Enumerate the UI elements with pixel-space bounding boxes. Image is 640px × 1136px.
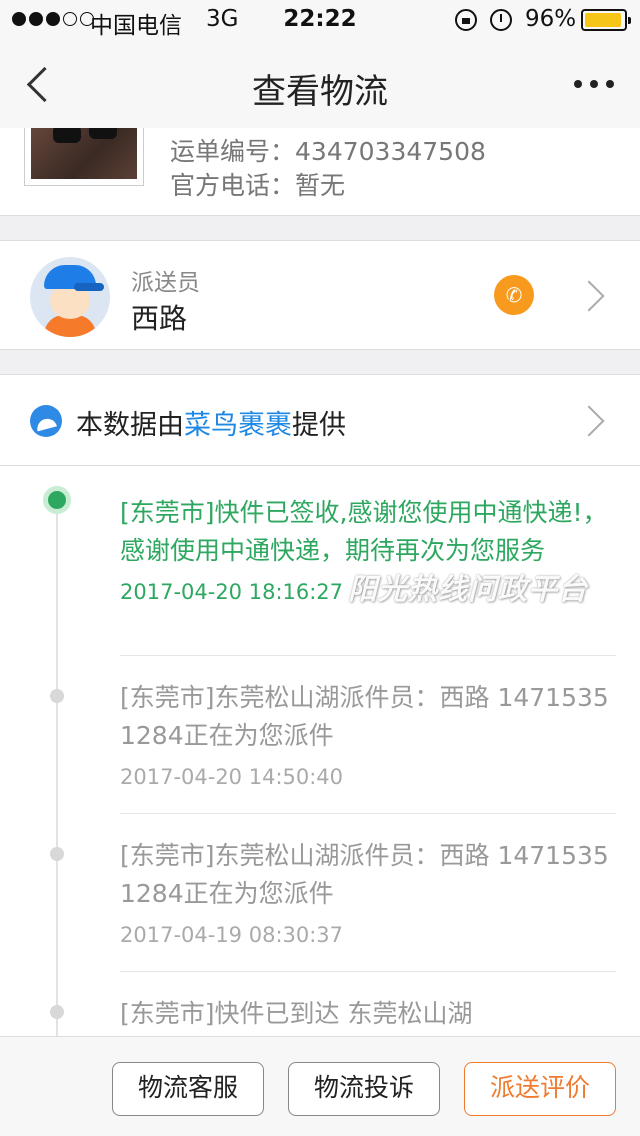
event-time: 2017-04-20 14:50:40 [120, 765, 344, 789]
event-text: [东莞市]快件已到达 东莞松山湖 [120, 999, 473, 1028]
provider-link[interactable]: 菜鸟裹裹 [184, 410, 292, 441]
watermark-text: 阳光热线问政平台 [348, 572, 589, 606]
navigation-bar: 查看物流 [0, 40, 640, 128]
lock-rotation-icon [455, 9, 477, 31]
timeline-dot-active [43, 486, 71, 514]
waybill-number: 434703347508 [295, 137, 486, 166]
divider [120, 971, 616, 972]
timeline-event: [东莞市]快件已到达 东莞松山湖 [120, 995, 616, 1033]
chevron-right-icon [573, 405, 605, 437]
event-text: [东莞市]东莞松山湖派件员：西路 14715351284正在为您派件 [120, 841, 609, 908]
timeline-dot [50, 1005, 64, 1019]
chevron-right-icon [573, 280, 605, 312]
logistics-complaint-button[interactable]: 物流投诉 [288, 1062, 440, 1116]
package-card: 运单编号：434703347508 官方电话：暂无 [0, 128, 640, 216]
divider [120, 655, 616, 656]
timeline-dot [50, 847, 64, 861]
logistics-service-button[interactable]: 物流客服 [112, 1062, 264, 1116]
battery-percent: 96% [525, 6, 577, 32]
bottom-action-bar: 物流客服 物流投诉 派送评价 [0, 1036, 640, 1136]
official-phone-value: 暂无 [295, 171, 346, 200]
official-phone-label: 官方电话： [170, 171, 296, 200]
timeline-event: [东莞市]东莞松山湖派件员：西路 14715351284正在为您派件 2017-… [120, 837, 616, 947]
event-text: [东莞市]东莞松山湖派件员：西路 14715351284正在为您派件 [120, 683, 609, 750]
timeline-event: [东莞市]东莞松山湖派件员：西路 14715351284正在为您派件 2017-… [120, 679, 616, 789]
status-bar: 中国电信 3G 22:22 96% [0, 0, 640, 40]
delivery-review-button[interactable]: 派送评价 [464, 1062, 616, 1116]
waybill-label: 运单编号： [170, 137, 296, 166]
page-title: 查看物流 [252, 72, 388, 112]
alarm-icon [490, 9, 512, 31]
product-thumbnail[interactable] [24, 128, 144, 186]
timeline-dot [50, 689, 64, 703]
tracking-timeline: [东莞市]快件已签收,感谢您使用中通快递!，感谢使用中通快递，期待再次为您服务 … [0, 466, 640, 1036]
waybill-row: 运单编号：434703347508 [170, 132, 486, 168]
data-provider-row[interactable]: 本数据由菜鸟裹裹提供 [0, 374, 640, 466]
event-time: 2017-04-19 08:30:37 [120, 923, 344, 947]
event-text: [东莞市]快件已签收,感谢您使用中通快递!，感谢使用中通快递，期待再次为您服务 [120, 498, 608, 565]
provider-prefix: 本数据由 [76, 410, 184, 441]
battery-icon [581, 9, 631, 31]
official-phone-row: 官方电话：暂无 [170, 166, 345, 202]
courier-name: 西路 [131, 302, 188, 335]
more-dots-icon[interactable] [574, 80, 614, 88]
provider-text: 本数据由菜鸟裹裹提供 [76, 403, 346, 442]
phone-icon[interactable]: ✆ [494, 275, 534, 315]
courier-row[interactable]: 派送员 西路 ✆ [0, 240, 640, 350]
divider [120, 813, 616, 814]
courier-role: 派送员 [131, 270, 200, 296]
courier-avatar [30, 257, 110, 337]
provider-suffix: 提供 [292, 410, 346, 441]
timeline-line [56, 502, 58, 1036]
cainiao-bird-icon [30, 405, 62, 437]
